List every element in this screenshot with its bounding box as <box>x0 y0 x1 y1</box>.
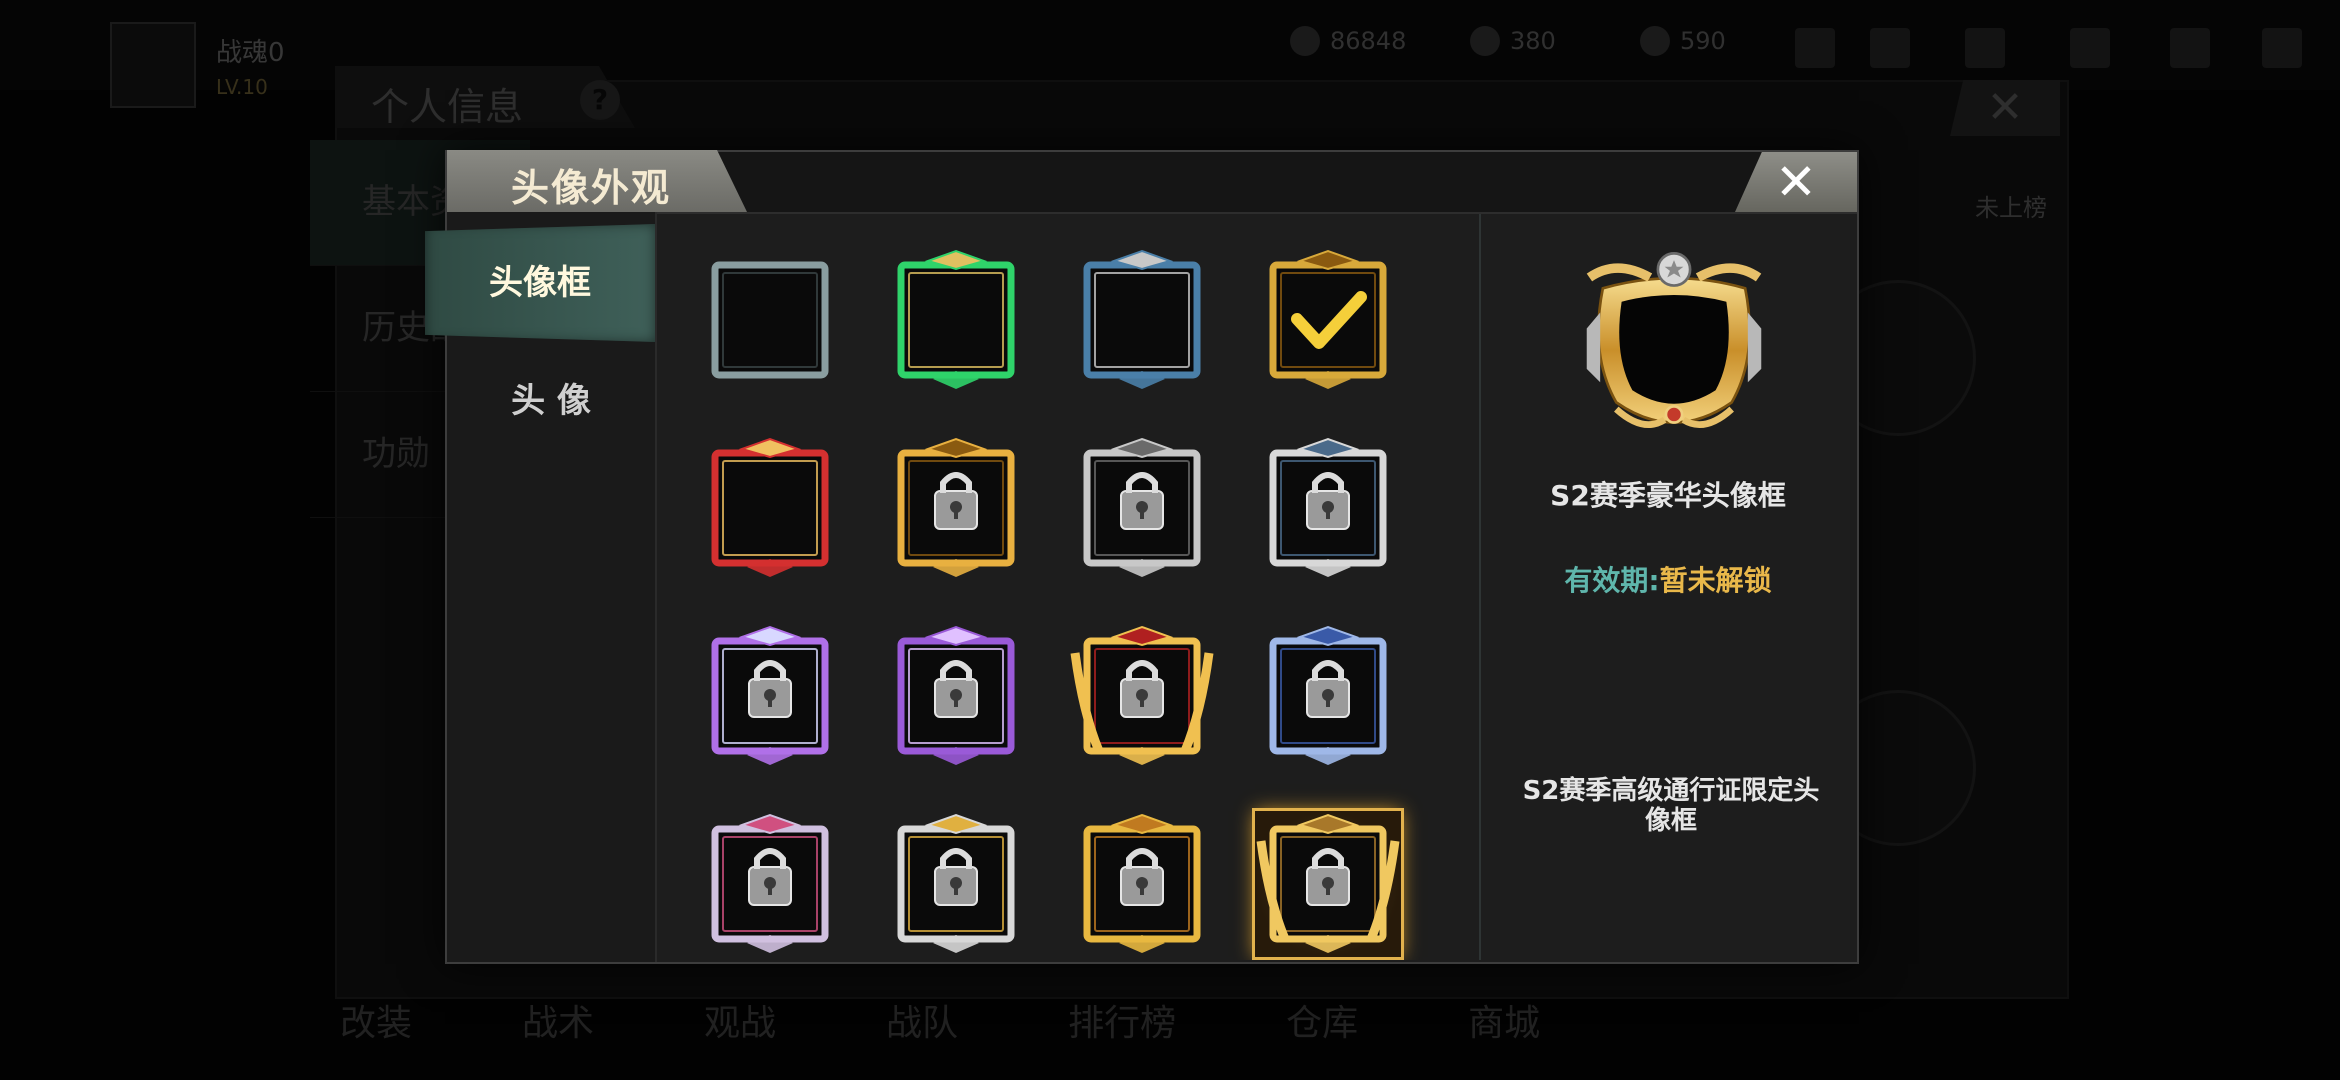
frame-blue-mech-icon <box>1083 249 1201 389</box>
ticket-currency: 590 <box>1640 26 1726 56</box>
ticket-icon <box>1640 26 1670 56</box>
help-icon[interactable]: ? <box>580 80 620 120</box>
frame-gold-star-icon <box>1083 813 1201 953</box>
player-name: 战魂0 <box>216 37 285 68</box>
avatar-frame-option[interactable] <box>1069 623 1215 769</box>
avatar-frame-option[interactable] <box>1255 811 1401 957</box>
diamond-icon <box>1470 26 1500 56</box>
validity-value: 暂未解锁 <box>1659 564 1772 597</box>
panel-close-button[interactable]: ✕ <box>1950 80 2060 136</box>
avatar-frame-option[interactable] <box>883 247 1029 393</box>
frame-green-icon <box>897 249 1015 389</box>
dialog-title-tab: 头像外观 <box>447 150 747 212</box>
validity-label: 有效期: <box>1564 564 1660 597</box>
frame-ice-blue-icon <box>1269 625 1387 765</box>
rank-status: 未上榜 <box>1975 194 2047 222</box>
frame-silver-apple-icon <box>1269 437 1387 577</box>
nav-team[interactable]: 战队 <box>886 994 958 1046</box>
avatar-frame-option[interactable] <box>697 623 843 769</box>
coin-icon <box>1290 26 1320 56</box>
frame-silver-star-icon <box>897 813 1015 953</box>
tab-avatar[interactable]: 头 像 <box>447 342 655 460</box>
frame-purple-icon <box>711 625 829 765</box>
frame-description: S2赛季高级通行证限定头像框 <box>1522 776 1820 836</box>
frame-silver-icon <box>1083 437 1201 577</box>
frame-gold-laurel-icon <box>1256 813 1400 953</box>
avatar-frame-option[interactable] <box>1069 247 1215 393</box>
diamond-currency: 380 <box>1470 26 1556 56</box>
mail-icon[interactable] <box>1965 28 2005 68</box>
gold-currency: 86848 <box>1290 26 1406 56</box>
frame-preview-icon <box>1586 252 1762 428</box>
gear-icon[interactable] <box>2070 28 2110 68</box>
avatar-frame-option[interactable] <box>883 435 1029 581</box>
bottom-nav: 改装 战术 观战 战队 排行榜 仓库 商城 <box>300 990 2240 1050</box>
nav-warehouse[interactable]: 仓库 <box>1286 994 1358 1046</box>
nav-shop[interactable]: 商城 <box>1468 994 1540 1046</box>
avatar-appearance-dialog: 头像外观 ✕ 头像框 头 像 S2赛季豪华头像框 有效期:暂未解锁 S2赛季高级… <box>425 150 1859 964</box>
frame-grid[interactable] <box>657 214 1469 960</box>
frame-gold-icon <box>897 437 1015 577</box>
dialog-title: 头像外观 <box>511 166 672 210</box>
frame-gold-check-icon <box>1269 249 1387 389</box>
frame-red-gold-icon <box>711 437 829 577</box>
avatar-frame-option[interactable] <box>697 811 843 957</box>
nav-spectate[interactable]: 观战 <box>704 994 776 1046</box>
avatar-frame-option[interactable] <box>883 623 1029 769</box>
avatar-frame-option[interactable] <box>1255 247 1401 393</box>
avatar-frame-option[interactable] <box>1255 435 1401 581</box>
menu-icon[interactable] <box>2170 28 2210 68</box>
frame-detail-panel: S2赛季豪华头像框 有效期:暂未解锁 S2赛季高级通行证限定头像框 <box>1479 214 1855 960</box>
frame-gold-wings-icon <box>1070 625 1214 765</box>
frame-name: S2赛季豪华头像框 <box>1550 479 1786 512</box>
friends-icon[interactable] <box>1870 28 1910 68</box>
avatar-frame-option[interactable] <box>1255 623 1401 769</box>
nav-modify[interactable]: 改装 <box>340 994 412 1046</box>
frame-plain-icon <box>711 261 829 379</box>
frame-purple-ornate-icon <box>897 625 1015 765</box>
player-info: 战魂0 LV.10 <box>110 22 285 108</box>
avatar-frame-option[interactable] <box>697 435 843 581</box>
nav-tactics[interactable]: 战术 <box>522 994 594 1046</box>
frame-silver-pink-icon <box>711 813 829 953</box>
validity-line: 有效期:暂未解锁 <box>1481 559 1855 599</box>
avatar-frame-option[interactable] <box>1069 435 1215 581</box>
nav-leaderboard[interactable]: 排行榜 <box>1068 994 1176 1046</box>
tab-avatar-frame[interactable]: 头像框 <box>425 224 655 342</box>
avatar[interactable] <box>110 22 196 108</box>
avatar-frame-option[interactable] <box>1069 811 1215 957</box>
avatar-frame-option[interactable] <box>697 247 843 393</box>
player-level: LV.10 <box>216 74 268 99</box>
fullscreen-icon[interactable] <box>2262 28 2302 68</box>
dialog-tabs: 头像框 头 像 <box>425 212 657 962</box>
avatar-frame-option[interactable] <box>883 811 1029 957</box>
add-icon[interactable] <box>1795 28 1835 68</box>
